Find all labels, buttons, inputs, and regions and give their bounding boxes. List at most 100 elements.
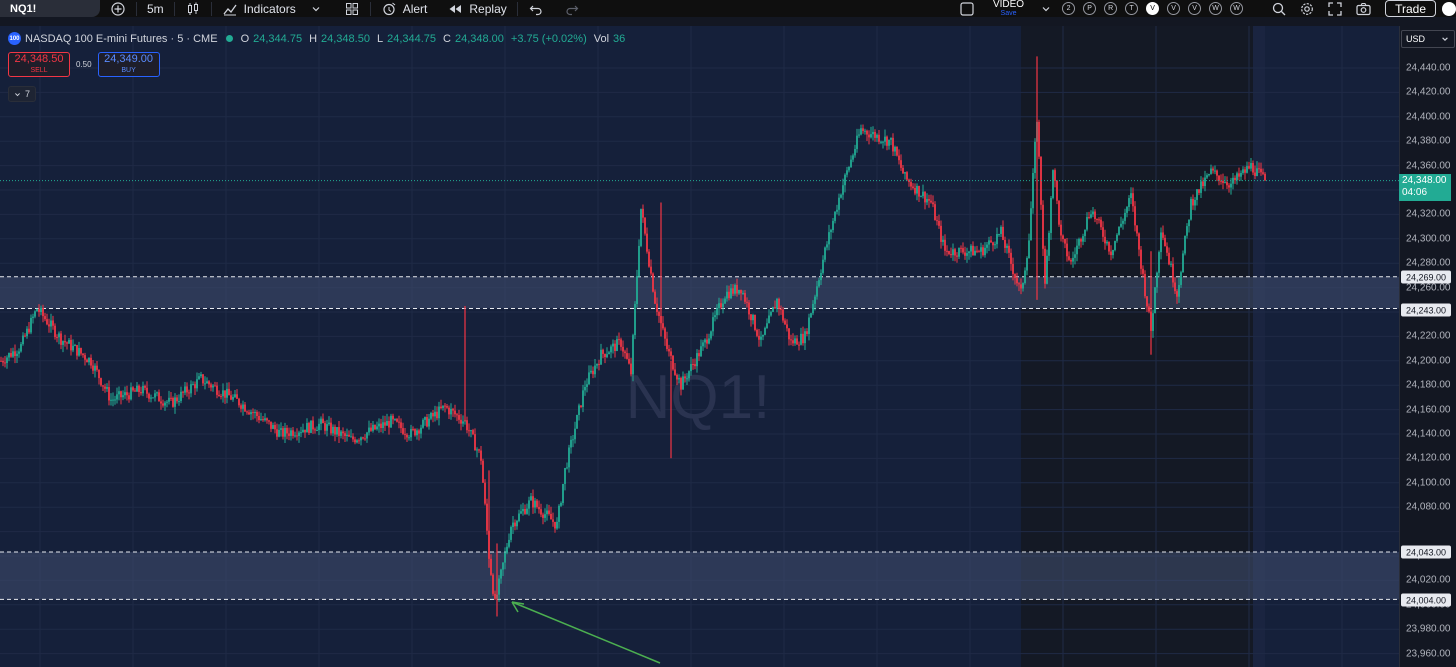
compare-button[interactable] [100, 0, 136, 17]
candle-body [866, 130, 868, 135]
sell-button[interactable]: 24,348.50 SELL [8, 52, 70, 77]
candle-body [644, 217, 646, 234]
candle-body [60, 333, 62, 345]
candle-body [208, 381, 210, 385]
candle-body [976, 250, 978, 252]
chevron-down-icon [308, 1, 324, 17]
candle-body [1086, 217, 1088, 230]
chart-type-button[interactable] [175, 0, 211, 17]
alert-label: Alert [402, 1, 428, 16]
redo-button[interactable] [554, 0, 590, 17]
undo-button[interactable] [518, 0, 554, 17]
quick-button[interactable]: V [1188, 2, 1202, 15]
candle-body [670, 351, 672, 356]
quick-button[interactable]: V [1167, 2, 1181, 15]
candle-body [8, 353, 10, 358]
legend-title[interactable]: NASDAQ 100 E-mini Futures · 5 · CME [25, 33, 218, 45]
trade-button[interactable]: Trade [1385, 0, 1436, 17]
interval-button[interactable]: 5m [137, 0, 174, 17]
candle-body [972, 245, 974, 256]
gear-icon [1299, 1, 1315, 17]
candle-body [182, 391, 184, 393]
candle-body [602, 349, 604, 354]
candle-body [850, 159, 852, 168]
candle-body [120, 391, 122, 398]
candle-body [1070, 259, 1072, 262]
candle-body [216, 385, 218, 395]
quick-button[interactable]: W [1230, 2, 1244, 15]
support-zone-upper [0, 276, 1399, 309]
candle-body [636, 275, 638, 305]
candle-body [1224, 182, 1226, 184]
candle-body [840, 194, 842, 198]
replay-label: Replay [469, 1, 507, 16]
candle-body [904, 172, 906, 174]
candle-body [920, 196, 922, 198]
candle-body [662, 323, 664, 329]
candle-body [2, 360, 4, 363]
candle-body [222, 390, 224, 397]
candle-body [862, 128, 864, 132]
candle-body [626, 353, 628, 359]
candle-body [72, 345, 74, 351]
candle-body [656, 303, 658, 312]
replay-button[interactable]: Replay [437, 0, 516, 17]
top-toolbar: NQ1! 5m Indicators Alert Replay VIDEO Sa… [0, 0, 1456, 17]
candle-body [220, 396, 222, 398]
candle-body [994, 244, 996, 246]
indicators-toggle-button[interactable]: 7 [8, 86, 37, 102]
avatar[interactable] [1442, 1, 1456, 16]
candle-body [1020, 284, 1022, 289]
candle-body [218, 394, 220, 397]
quick-button[interactable]: V [1146, 2, 1160, 15]
currency-selector[interactable]: USD [1401, 30, 1455, 48]
candle-body [1192, 198, 1194, 206]
candle-body [282, 428, 284, 437]
candle-body [402, 428, 404, 434]
snapshot-button[interactable] [1349, 0, 1377, 17]
quick-search-button[interactable] [1265, 0, 1293, 17]
symbol-search-button[interactable]: NQ1! [0, 0, 100, 17]
candle-body [408, 437, 410, 439]
candle-body [392, 415, 394, 420]
buy-button[interactable]: 24,349.00 BUY [97, 52, 160, 77]
candle-body [126, 392, 128, 396]
candle-body [1228, 185, 1230, 188]
candle-body [968, 251, 970, 254]
trade-label: Trade [1395, 1, 1426, 16]
quick-button[interactable]: R [1104, 2, 1118, 15]
chart-pane[interactable]: NQ1! [0, 26, 1399, 667]
video-save-button[interactable]: VIDEO Save [983, 0, 1034, 18]
candle-body [706, 339, 708, 344]
candle-body [1008, 245, 1010, 253]
candle-body [688, 371, 690, 379]
change-value: +3.75 (+0.02%) [510, 32, 587, 45]
candle-body [1144, 273, 1146, 297]
quick-button[interactable]: P [1083, 2, 1097, 15]
candle-body [750, 314, 752, 321]
candle-body [796, 338, 798, 345]
settings-button[interactable] [1293, 0, 1321, 17]
candle-body [74, 345, 76, 347]
alert-button[interactable]: Alert [371, 0, 438, 17]
layout-button[interactable] [951, 0, 983, 17]
candle-body [1254, 172, 1256, 176]
quick-button[interactable]: T [1125, 2, 1139, 15]
zone-1-upper-tag: 24,269.00 [1401, 270, 1451, 284]
quick-button[interactable]: W [1209, 2, 1223, 15]
templates-button[interactable] [334, 0, 370, 17]
candle-body [98, 369, 100, 379]
indicators-button[interactable]: Indicators [212, 0, 334, 17]
chevron-down-icon[interactable] [1038, 1, 1054, 17]
candle-body [480, 450, 482, 461]
candle-body [258, 416, 260, 421]
quick-button[interactable]: 2 [1062, 2, 1076, 15]
candle-body [88, 357, 90, 363]
candle-body [132, 387, 134, 391]
fullscreen-button[interactable] [1321, 0, 1349, 17]
candle-body [380, 423, 382, 429]
candle-body [50, 320, 52, 327]
candlestick-chart[interactable]: NQ1! [0, 26, 1399, 667]
candle-body [34, 311, 36, 317]
candle-body [1110, 251, 1112, 256]
